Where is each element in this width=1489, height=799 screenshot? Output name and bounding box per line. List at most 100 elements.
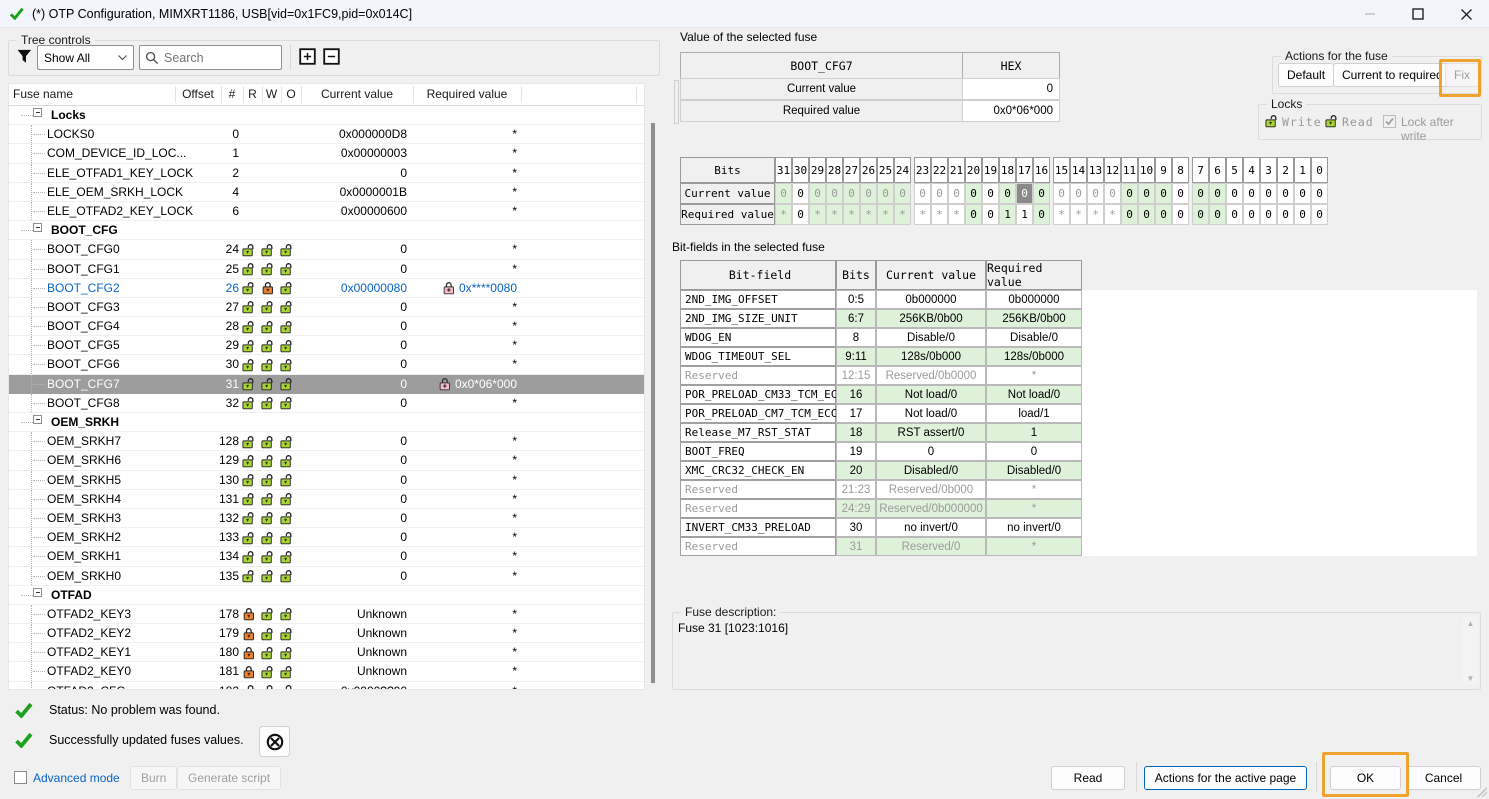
col-w[interactable]: W <box>262 87 281 101</box>
bit-cell[interactable]: 0 <box>1172 183 1189 204</box>
scroll-down-icon[interactable]: ▼ <box>1467 674 1475 683</box>
fuse-row[interactable]: OEM_SRKH01350* <box>9 567 644 586</box>
fuse-row[interactable]: BOOT_CFG6300* <box>9 355 644 374</box>
bit-cell[interactable]: 0 <box>792 204 809 225</box>
bit-cell[interactable]: * <box>775 204 792 225</box>
bit-cell[interactable]: 0 <box>1311 183 1328 204</box>
default-button[interactable]: Default <box>1278 63 1334 87</box>
bit-cell[interactable]: 0 <box>1053 183 1070 204</box>
bit-cell[interactable]: 0 <box>877 183 894 204</box>
bit-cell[interactable]: 0 <box>999 183 1016 204</box>
bit-cell[interactable]: 0 <box>1226 204 1243 225</box>
tree-group-row[interactable]: Locks <box>9 106 644 125</box>
bit-cell[interactable]: 0 <box>1155 204 1172 225</box>
bit-cell[interactable]: 0 <box>1294 204 1311 225</box>
col-r[interactable]: R <box>243 87 262 101</box>
bitfield-row[interactable]: Reserved31Reserved/0* <box>680 537 1082 556</box>
fuse-row[interactable]: OTFAD2_CFG1820x0000??00* <box>9 682 644 689</box>
bit-cell[interactable]: 0 <box>1277 183 1294 204</box>
bit-cell[interactable]: * <box>948 204 965 225</box>
fuse-row[interactable]: ELE_OTFAD1_KEY_LOCK20* <box>9 164 644 183</box>
col-required[interactable]: Required value <box>413 87 521 101</box>
bit-cell[interactable]: * <box>843 204 860 225</box>
burn-button[interactable]: Burn <box>130 766 177 790</box>
bit-cell[interactable]: 0 <box>1243 204 1260 225</box>
bit-cell[interactable]: 0 <box>1277 204 1294 225</box>
bitfield-row[interactable]: Reserved24:29Reserved/0b000000* <box>680 499 1082 518</box>
generate-script-button[interactable]: Generate script <box>177 766 281 790</box>
col-offset[interactable]: Offset <box>175 87 221 101</box>
bitfield-row[interactable]: 2ND_IMG_OFFSET0:50b0000000b000000 <box>680 290 1082 309</box>
collapse-icon[interactable] <box>33 415 42 424</box>
collapse-icon[interactable] <box>33 588 42 597</box>
bit-cell[interactable]: 0 <box>1104 183 1121 204</box>
bit-cell[interactable]: 0 <box>1243 183 1260 204</box>
fuse-row[interactable]: OEM_SRKH21330* <box>9 528 644 547</box>
tree-group-row[interactable]: OEM_SRKH <box>9 413 644 432</box>
bit-cell[interactable]: * <box>809 204 826 225</box>
write-lock-icon[interactable] <box>1265 114 1279 131</box>
fuse-row[interactable]: OTFAD2_KEY1180Unknown* <box>9 643 644 662</box>
bit-cell[interactable]: 0 <box>948 183 965 204</box>
collapse-icon[interactable] <box>33 108 42 117</box>
bit-cell[interactable]: 0 <box>914 183 931 204</box>
bit-cell[interactable]: 0 <box>1192 183 1209 204</box>
bitfield-row[interactable]: INVERT_CM33_PRELOAD30no invert/0no inver… <box>680 518 1082 537</box>
bitfield-row[interactable]: WDOG_EN8Disable/0Disable/0 <box>680 328 1082 347</box>
bitfield-row[interactable]: XMC_CRC32_CHECK_EN20Disabled/0Disabled/0 <box>680 461 1082 480</box>
fuse-row[interactable]: BOOT_CFG5290* <box>9 336 644 355</box>
fuse-table-scrollbar[interactable] <box>648 105 658 690</box>
bitfield-row[interactable]: POR_PRELOAD_CM7_TCM_ECC17Not load/0load/… <box>680 404 1082 423</box>
bit-cell[interactable]: 0 <box>1033 204 1050 225</box>
resize-grip[interactable] <box>1477 787 1487 797</box>
bit-cell[interactable]: 1 <box>999 204 1016 225</box>
bit-cell[interactable]: 0 <box>965 204 982 225</box>
read-button[interactable]: Read <box>1051 766 1125 790</box>
maximize-button[interactable] <box>1409 5 1427 23</box>
ok-button[interactable]: OK <box>1330 766 1401 790</box>
bit-cell[interactable]: * <box>1070 204 1087 225</box>
actions-active-page-button[interactable]: Actions for the active page <box>1144 766 1307 790</box>
bit-cell[interactable]: 0 <box>1070 183 1087 204</box>
fuse-row[interactable]: OEM_SRKH61290* <box>9 451 644 470</box>
fuse-row[interactable]: LOCKS000x000000D8* <box>9 125 644 144</box>
col-num[interactable]: # <box>221 87 243 101</box>
lock-after-write-checkbox[interactable] <box>1383 115 1396 128</box>
current-to-required-button[interactable]: Current to required <box>1333 63 1452 87</box>
bit-cell[interactable]: 0 <box>1087 183 1104 204</box>
bitfield-row[interactable]: POR_PRELOAD_CM33_TCM_ECC16Not load/0Not … <box>680 385 1082 404</box>
bit-cell[interactable]: 0 <box>965 183 982 204</box>
fuse-row[interactable]: BOOT_CFG1250* <box>9 260 644 279</box>
fuse-row[interactable]: BOOT_CFG2260x000000800x****0080 <box>9 279 644 298</box>
bit-cell[interactable]: 0 <box>1294 183 1311 204</box>
bit-cell[interactable]: * <box>1087 204 1104 225</box>
fix-button[interactable]: Fix <box>1445 63 1479 87</box>
fuse-row[interactable]: OEM_SRKH51300* <box>9 471 644 490</box>
dismiss-status-button[interactable] <box>259 726 290 757</box>
filter-select[interactable]: Show All <box>37 45 134 70</box>
fuse-row[interactable]: OEM_SRKH71280* <box>9 432 644 451</box>
bitfield-row[interactable]: BOOT_FREQ1900 <box>680 442 1082 461</box>
bit-cell[interactable]: 0 <box>1121 183 1138 204</box>
fuse-row[interactable]: BOOT_CFG3270* <box>9 298 644 317</box>
read-lock-icon[interactable] <box>1325 114 1339 131</box>
minimize-button[interactable] <box>1361 5 1379 23</box>
collapse-icon[interactable] <box>33 223 42 232</box>
bit-cell[interactable]: 0 <box>982 183 999 204</box>
bit-cell[interactable]: * <box>914 204 931 225</box>
fuse-row[interactable]: ELE_OEM_SRKH_LOCK40x0000001B* <box>9 183 644 202</box>
tree-group-row[interactable]: BOOT_CFG <box>9 221 644 240</box>
bit-cell[interactable]: 0 <box>1033 183 1050 204</box>
fuse-row[interactable]: BOOT_CFG0240* <box>9 240 644 259</box>
fuse-row[interactable]: OTFAD2_KEY0181Unknown* <box>9 662 644 681</box>
bitfield-row[interactable]: 2ND_IMG_SIZE_UNIT6:7256KB/0b00256KB/0b00 <box>680 309 1082 328</box>
bitfield-row[interactable]: Release_M7_RST_STAT18RST assert/01 <box>680 423 1082 442</box>
col-fuse-name[interactable]: Fuse name <box>13 87 73 101</box>
bit-cell[interactable]: 0 <box>1260 183 1277 204</box>
bit-cell[interactable]: 0 <box>1121 204 1138 225</box>
bitfield-row[interactable]: Reserved21:23Reserved/0b000* <box>680 480 1082 499</box>
bit-cell[interactable]: 0 <box>792 183 809 204</box>
bit-cell[interactable]: 0 <box>1138 204 1155 225</box>
close-button[interactable] <box>1457 5 1475 23</box>
bit-cell[interactable]: * <box>931 204 948 225</box>
